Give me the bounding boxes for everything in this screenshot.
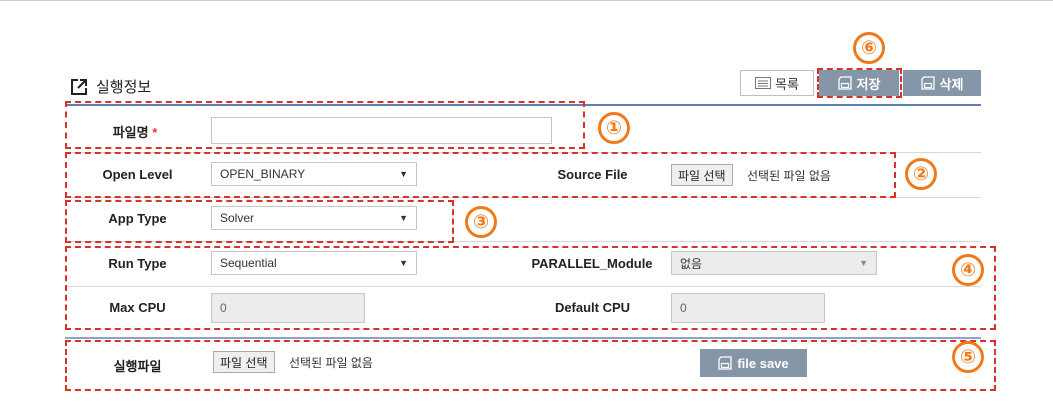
annotation-marker-6: ⑥	[853, 32, 885, 64]
list-button-label: 목록	[775, 76, 799, 92]
annotation-marker-2: ②	[905, 158, 937, 190]
annotation-box-2	[65, 152, 896, 198]
row-divider	[65, 337, 981, 339]
annotation-marker-1: ①	[598, 112, 630, 144]
annotation-marker-4: ④	[952, 254, 984, 286]
delete-icon	[920, 76, 935, 90]
section-title-text: 실행정보	[96, 79, 152, 96]
annotation-box-1	[65, 101, 585, 149]
list-icon	[755, 77, 772, 89]
delete-button-label: 삭제	[939, 76, 964, 92]
annotation-box-6	[817, 68, 902, 98]
annotation-marker-5: ⑤	[952, 341, 984, 373]
annotation-box-4	[65, 246, 996, 330]
delete-button[interactable]: 삭제	[903, 70, 981, 96]
annotation-box-3	[65, 200, 454, 243]
annotation-box-5	[65, 340, 996, 391]
annotation-marker-3: ③	[465, 206, 497, 238]
list-button[interactable]: 목록	[740, 70, 814, 96]
top-divider	[0, 0, 1053, 1]
section-title: 실행정보	[70, 76, 151, 97]
external-link-icon	[71, 78, 87, 95]
